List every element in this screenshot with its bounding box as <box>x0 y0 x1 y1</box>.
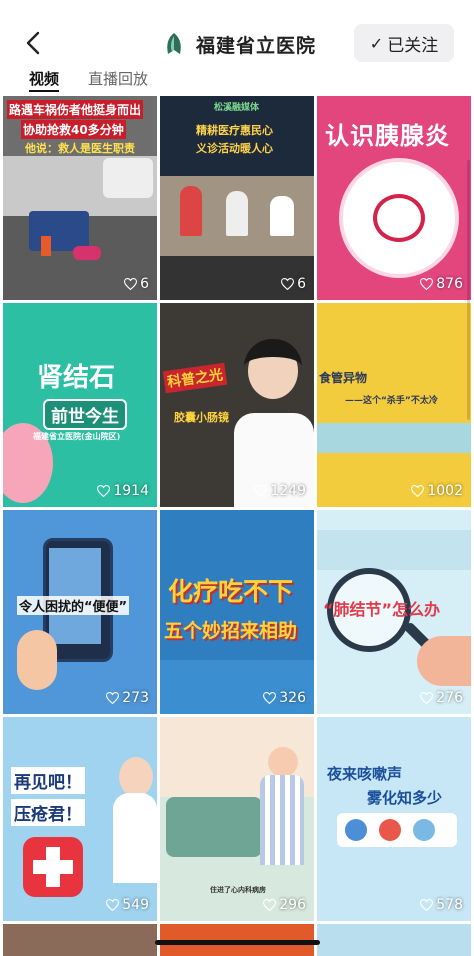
heart-icon <box>106 692 120 704</box>
follow-label: 已关注 <box>387 35 439 56</box>
video-tile[interactable] <box>317 924 471 956</box>
heart-icon <box>420 692 434 704</box>
scrollbar[interactable] <box>467 160 470 420</box>
tile-title: 再见吧！ <box>11 767 85 794</box>
tile-subtitle: 压疮君！ <box>11 799 85 826</box>
tile-subtitle: 前世今生 <box>43 399 127 430</box>
tile-subtitle: 精耕医疗惠民心 <box>196 124 273 137</box>
video-tile[interactable]: 再见吧！ 压疮君！ 549 <box>3 717 157 921</box>
tile-title: 路遇车祸伤者他挺身而出 <box>7 100 144 119</box>
heart-icon <box>106 899 120 911</box>
chevron-left-icon <box>26 31 40 55</box>
like-count: 549 <box>106 897 149 913</box>
video-tile[interactable]: 路遇车祸伤者他挺身而出 协助抢救40多分钟 他说：救人是医生职责 6 <box>3 96 157 300</box>
tile-caption: 福建省立医院(金山院区) <box>33 432 121 441</box>
video-tile[interactable]: 食管异物 ——这个“杀手”不太冷 1002 <box>317 303 471 507</box>
video-tile[interactable]: 住进了心内科病房 296 <box>160 717 314 921</box>
like-count: 876 <box>420 276 463 292</box>
video-tile[interactable]: 松溪融媒体 精耕医疗惠民心 义诊活动暖人心 6 <box>160 96 314 300</box>
like-count-value: 549 <box>122 897 149 913</box>
like-count: 6 <box>124 276 149 292</box>
tile-title: 夜来咳嗽声 <box>327 765 403 783</box>
tab-bar: 视频 直播回放 <box>0 66 474 94</box>
like-count-value: 276 <box>436 690 463 706</box>
tile-caption: 他说：救人是医生职责 <box>25 142 135 155</box>
back-button[interactable] <box>18 26 48 60</box>
hospital-logo-icon <box>160 30 188 58</box>
like-count: 276 <box>420 690 463 706</box>
heart-icon <box>254 485 268 497</box>
like-count: 1914 <box>97 483 149 499</box>
tile-subtitle: 五个妙招来相助 <box>164 620 298 642</box>
tab-live-replay[interactable]: 直播回放 <box>88 68 148 89</box>
heart-icon <box>411 485 425 497</box>
like-count-value: 296 <box>279 897 306 913</box>
tile-subtitle: 住进了心内科病房 <box>210 886 266 894</box>
video-tile[interactable]: “肺结节”怎么办 276 <box>317 510 471 714</box>
home-indicator <box>155 940 320 945</box>
heart-icon <box>263 899 277 911</box>
video-tile[interactable]: 认识胰腺炎 876 <box>317 96 471 300</box>
like-count-value: 1002 <box>427 483 463 499</box>
video-tile[interactable]: 肾结石 前世今生 福建省立医院(金山院区) 1914 <box>3 303 157 507</box>
heart-icon <box>281 278 295 290</box>
tile-title: 令人困扰的“便便” <box>17 596 130 615</box>
tab-video[interactable]: 视频 <box>29 68 59 89</box>
active-tab-indicator <box>29 90 59 92</box>
like-count-value: 578 <box>436 897 463 913</box>
tile-subtitle: 协助抢救40多分钟 <box>21 120 126 139</box>
like-count-value: 1249 <box>270 483 306 499</box>
tile-subtitle: 胶囊小肠镜 <box>174 411 229 424</box>
like-count-value: 273 <box>122 690 149 706</box>
like-count-value: 1914 <box>113 483 149 499</box>
tile-caption: 义诊活动暖人心 <box>196 142 273 155</box>
heart-icon <box>97 485 111 497</box>
tile-subtitle: 雾化知多少 <box>367 789 443 807</box>
like-count: 273 <box>106 690 149 706</box>
like-count: 6 <box>281 276 306 292</box>
heart-icon <box>124 278 138 290</box>
tile-subtitle: ——这个“杀手”不太冷 <box>345 396 438 406</box>
like-count: 296 <box>263 897 306 913</box>
like-count: 578 <box>420 897 463 913</box>
video-tile[interactable]: 夜来咳嗽声 雾化知多少 578 <box>317 717 471 921</box>
check-icon: ✓ <box>369 33 384 53</box>
page-title: 福建省立医院 <box>196 34 317 57</box>
video-tile[interactable]: 化疗吃不下 五个妙招来相助 326 <box>160 510 314 714</box>
tile-title: 松溪融媒体 <box>214 103 260 113</box>
heart-icon <box>263 692 277 704</box>
like-count: 326 <box>263 690 306 706</box>
like-count-value: 6 <box>297 276 306 292</box>
heart-icon <box>420 278 434 290</box>
account-title: 福建省立医院 <box>160 28 316 60</box>
like-count-value: 876 <box>436 276 463 292</box>
like-count: 1002 <box>411 483 463 499</box>
video-tile[interactable]: 令人困扰的“便便” 273 <box>3 510 157 714</box>
like-count: 1249 <box>254 483 306 499</box>
follow-button[interactable]: ✓ 已关注 <box>354 24 454 62</box>
tile-title: 化疗吃不下 <box>168 577 294 606</box>
tile-title: “肺结节”怎么办 <box>323 600 441 619</box>
tile-title: 肾结石 <box>37 363 116 393</box>
tile-title: 科普之光 <box>162 362 228 394</box>
video-tile[interactable] <box>3 924 157 956</box>
like-count-value: 326 <box>279 690 306 706</box>
tile-title: 食管异物 <box>319 371 368 385</box>
tile-title: 认识胰腺炎 <box>325 122 450 150</box>
video-tile[interactable]: 科普之光 胶囊小肠镜 1249 <box>160 303 314 507</box>
heart-icon <box>420 899 434 911</box>
like-count-value: 6 <box>140 276 149 292</box>
